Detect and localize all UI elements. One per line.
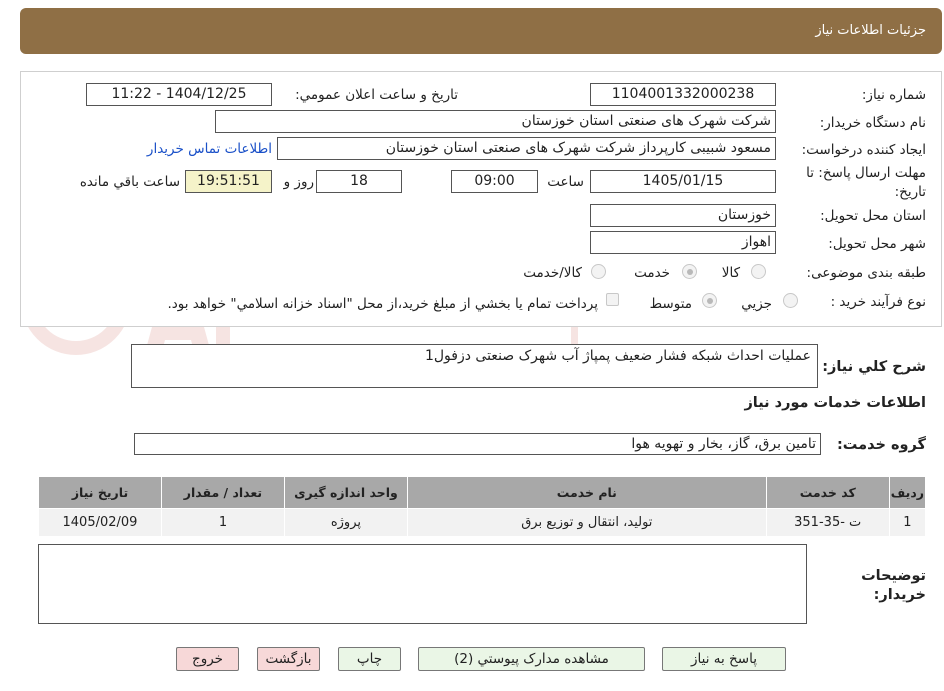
province-field: خوزستان — [590, 204, 776, 227]
deadline-time-field: 09:00 — [451, 170, 538, 193]
service-group-label: گروه خدمت: — [836, 437, 926, 453]
process-minor-label: جزيي — [741, 296, 772, 312]
need-number-label: شماره نیاز: — [861, 87, 926, 103]
col-quantity: تعداد / مقدار — [160, 476, 285, 509]
page-header: جزئیات اطلاعات نیاز — [20, 8, 942, 54]
description-field: عملیات احداث شبکه فشار ضعیف پمپاژ آب شهر… — [131, 344, 818, 388]
remaining-time-field: 19:51:51 — [185, 170, 272, 193]
cell-service-code: ت -35-351 — [765, 508, 890, 537]
need-number-field: 1104001332000238 — [590, 83, 776, 106]
creator-field: مسعود شبیبی کارپرداز شرکت شهرک های صنعتی… — [277, 137, 776, 160]
buyer-org-label: نام دستگاه خريدار: — [819, 115, 926, 131]
remaining-time-label: ساعت باقي مانده — [79, 174, 180, 190]
category-service-radio[interactable] — [682, 264, 697, 279]
announce-date-label: تاریخ و ساعت اعلان عمومي: — [295, 87, 458, 103]
exit-button[interactable]: خروج — [176, 647, 239, 671]
cell-unit: پروژه — [283, 508, 408, 537]
services-section-title: اطلاعات خدمات مورد نياز — [744, 395, 926, 411]
treasury-payment-checkbox[interactable] — [606, 293, 619, 306]
cell-row-number: 1 — [888, 508, 927, 537]
category-goods-service-label: کالا/خدمت — [523, 265, 582, 281]
treasury-payment-note: پرداخت تمام يا بخشي از مبلغ خريد،از محل … — [167, 296, 598, 312]
page-title: جزئیات اطلاعات نیاز — [815, 23, 926, 38]
description-text: عملیات احداث شبکه فشار ضعیف پمپاژ آب شهر… — [424, 348, 811, 364]
creator-label: ايجاد کننده درخواست: — [801, 142, 926, 158]
attachments-button[interactable]: مشاهده مدارک پيوستي (2) — [418, 647, 645, 671]
remaining-days-field: 18 — [316, 170, 402, 193]
deadline-label: مهلت ارسال پاسخ: تا تاریخ: — [806, 165, 926, 200]
category-goods-radio[interactable] — [751, 264, 766, 279]
process-medium-label: متوسط — [649, 296, 692, 312]
cell-service-name: توليد، انتقال و توزيع برق — [406, 508, 767, 537]
category-service-label: خدمت — [634, 265, 670, 281]
process-label: نوع فرآيند خريد : — [830, 294, 926, 310]
back-button[interactable]: بازگشت — [257, 647, 320, 671]
print-button[interactable]: چاپ — [338, 647, 401, 671]
deadline-date-field: 1405/01/15 — [590, 170, 776, 193]
col-unit: واحد اندازه گيری — [283, 476, 408, 509]
services-table: تاريخ نياز تعداد / مقدار واحد اندازه گير… — [38, 476, 927, 537]
process-minor-radio[interactable] — [783, 293, 798, 308]
buyer-notes-field[interactable] — [38, 544, 807, 624]
col-row-number: رديف — [888, 476, 927, 509]
category-label: طبقه بندی موضوعی: — [806, 265, 926, 281]
buyer-notes-label: توضيحات خريدار: — [861, 568, 926, 603]
cell-quantity: 1 — [160, 508, 285, 537]
col-service-code: کد خدمت — [765, 476, 890, 509]
description-label: شرح کلي نياز: — [822, 359, 926, 375]
city-field: اهواز — [590, 231, 776, 254]
reply-button[interactable]: پاسخ به نياز — [662, 647, 786, 671]
col-need-date: تاريخ نياز — [38, 476, 162, 509]
table-row: 1405/02/09 1 پروژه توليد، انتقال و توزيع… — [38, 508, 927, 537]
buyer-org-field: شرکت شهرک های صنعتی استان خوزستان — [215, 110, 776, 133]
province-label: استان محل تحويل: — [820, 208, 926, 224]
category-goods-service-radio[interactable] — [591, 264, 606, 279]
city-label: شهر محل تحويل: — [828, 236, 926, 252]
cell-need-date: 1405/02/09 — [38, 508, 162, 537]
table-header-row: تاريخ نياز تعداد / مقدار واحد اندازه گير… — [38, 476, 927, 509]
remaining-days-label: روز و — [283, 174, 314, 190]
process-medium-radio[interactable] — [702, 293, 717, 308]
buyer-contact-link[interactable]: اطلاعات تماس خريدار — [147, 141, 272, 157]
col-service-name: نام خدمت — [406, 476, 767, 509]
announce-date-field: 1404/12/25 - 11:22 — [86, 83, 272, 106]
category-goods-label: کالا — [721, 265, 740, 281]
deadline-time-label: ساعت — [547, 174, 584, 190]
service-group-field: تامين برق، گاز، بخار و تهويه هوا — [134, 433, 821, 455]
